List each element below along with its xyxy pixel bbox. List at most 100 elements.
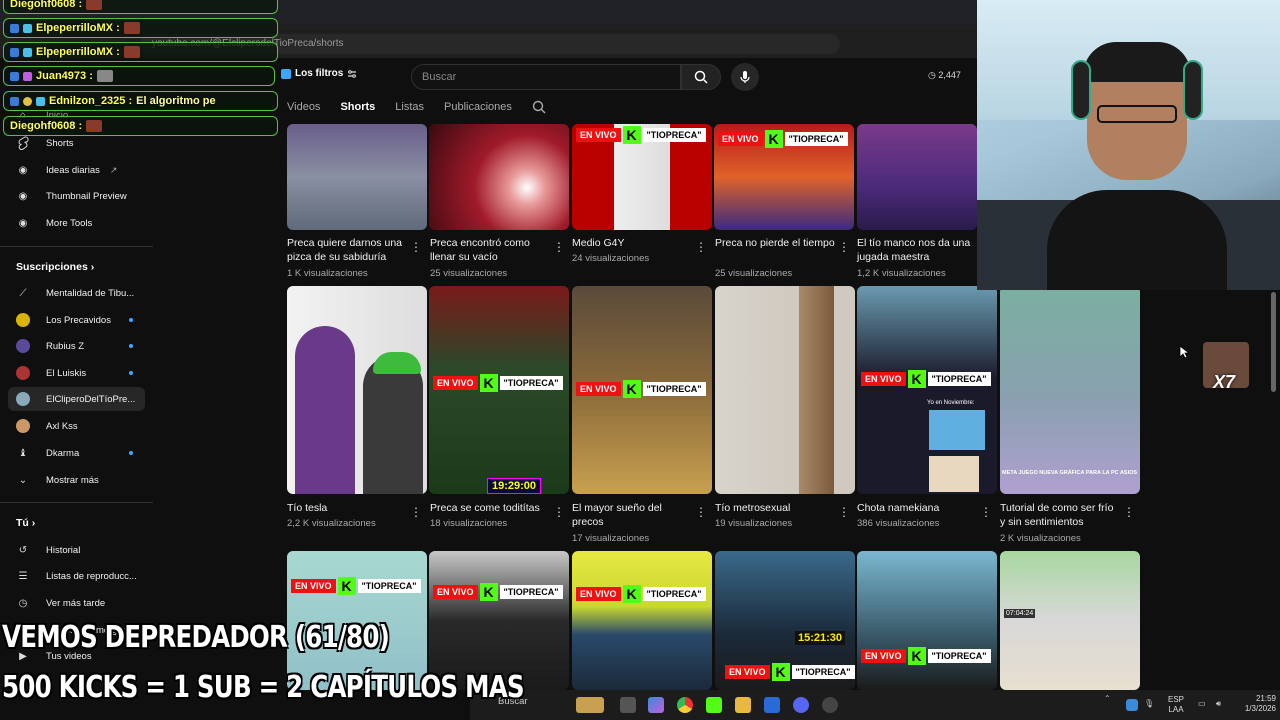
voice-search-button[interactable] — [731, 63, 759, 91]
short-thumbnail[interactable]: EN VIVO K "TIOPRECA" — [714, 124, 854, 230]
short-title[interactable]: Tío tesla — [287, 501, 407, 515]
sidebar-item-shorts[interactable]: Shorts — [16, 133, 73, 153]
more-options-icon[interactable]: ⋮ — [1123, 505, 1135, 519]
sidebar-item-thumbnail-preview[interactable]: ◉ Thumbnail Preview — [16, 186, 127, 206]
short-views: 386 visualizaciones — [857, 518, 940, 529]
page-scrollbar[interactable] — [1271, 292, 1276, 392]
short-title[interactable]: Preca no pierde el tiempo — [715, 236, 835, 250]
kick-banner: EN VIVO K "TIOPRECA" — [433, 374, 565, 392]
external-link-icon: ↗ — [109, 164, 118, 175]
webcam-feed — [977, 0, 1280, 290]
subscriptions-heading[interactable]: Suscripciones › — [16, 261, 94, 273]
tab-videos[interactable]: Videos — [287, 101, 320, 113]
tray-app-icon[interactable] — [1126, 699, 1138, 711]
chevron-up-icon[interactable]: ⌃ — [1104, 694, 1111, 704]
sidebar-sub-elclipero[interactable]: ElCliperoDelTíoPre... — [16, 389, 135, 409]
filters-chip[interactable]: Los filtros — [281, 68, 357, 79]
more-options-icon[interactable]: ⋮ — [695, 505, 707, 519]
more-options-icon[interactable]: ⋮ — [980, 505, 992, 519]
volume-icon[interactable]: 🔊︎ — [1216, 699, 1221, 709]
you-title: Tú — [16, 517, 29, 529]
short-thumbnail[interactable] — [287, 286, 427, 494]
taskbar-widget-icon[interactable] — [576, 697, 604, 713]
chat-emote-icon — [96, 70, 113, 82]
more-options-icon[interactable]: ⋮ — [695, 240, 707, 254]
chat-message: ElpeperrilloMX : — [3, 18, 278, 38]
sidebar-item-historial[interactable]: ↺ Historial — [16, 540, 81, 560]
you-heading[interactable]: Tú › — [16, 517, 35, 529]
short-title[interactable]: Preca encontró como llenar su vacío — [430, 236, 550, 264]
more-options-icon[interactable]: ⋮ — [838, 505, 850, 519]
kick-logo: K — [622, 126, 641, 144]
more-options-icon[interactable]: ⋮ — [553, 505, 565, 519]
short-thumbnail[interactable]: EN VIVO K "TIOPRECA" — [572, 124, 712, 230]
short-title[interactable]: Preca quiere darnos una pizca de su sabi… — [287, 236, 407, 264]
short-title[interactable]: Preca se come toditítas — [430, 501, 550, 515]
sidebar-sub-luiskis[interactable]: El Luiskis — [16, 363, 86, 383]
short-thumbnail[interactable]: EN VIVO K "TIOPRECA" — [857, 551, 997, 690]
more-options-icon[interactable]: ⋮ — [410, 240, 422, 254]
network-icon[interactable]: ▭ — [1198, 699, 1206, 709]
short-title[interactable]: Tutorial de como ser frío y sin sentimie… — [1000, 501, 1120, 529]
sidebar-sub-rubius[interactable]: Rubius Z — [16, 336, 84, 356]
chrome-icon[interactable] — [677, 697, 693, 713]
short-thumbnail[interactable] — [429, 124, 569, 230]
kick-app-icon[interactable] — [706, 697, 722, 713]
gifter-badge-icon — [23, 47, 32, 57]
sidebar-sub-mentalidad[interactable]: ⟋ Mentalidad de Tibu... — [16, 283, 135, 303]
short-title[interactable]: Tío metrosexual — [715, 501, 835, 515]
short-title[interactable]: Chota namekiana — [857, 501, 977, 515]
sidebar-item-more-tools[interactable]: ◉ More Tools — [16, 213, 93, 233]
short-thumbnail[interactable]: EN VIVO K "TIOPRECA" Yo en Noviembre: — [857, 286, 997, 494]
short-title[interactable]: Medio G4Y — [572, 236, 692, 250]
sidebar-item-label: El Luiskis — [46, 367, 87, 379]
short-thumbnail[interactable] — [715, 286, 855, 494]
sidebar-item-watch-later[interactable]: ◷ Ver más tarde — [16, 593, 106, 613]
search-input[interactable]: Buscar — [411, 64, 681, 90]
kick-logo: K — [771, 663, 790, 681]
sidebar-sub-axl-kss[interactable]: Axl Kss — [16, 416, 78, 436]
copilot-icon[interactable] — [648, 697, 664, 713]
short-views: 25 visualizaciones — [430, 268, 508, 279]
more-options-icon[interactable]: ⋮ — [838, 240, 850, 254]
chat-text: El algoritmo pe — [136, 95, 216, 107]
subscriber-badge-icon — [10, 71, 19, 81]
short-thumbnail[interactable]: EN VIVO K "TIOPRECA" 19:29:00 — [429, 286, 569, 494]
more-options-icon[interactable]: ⋮ — [553, 240, 565, 254]
kick-banner: EN VIVO K "TIOPRECA" — [861, 647, 993, 665]
kick-banner: EN VIVO K "TIOPRECA" — [576, 380, 708, 398]
short-thumbnail[interactable] — [857, 124, 977, 230]
filters-label: Los filtros — [295, 68, 344, 79]
short-thumbnail[interactable]: EN VIVO K "TIOPRECA" — [572, 286, 712, 494]
tab-publicaciones[interactable]: Publicaciones — [444, 101, 512, 113]
language-indicator[interactable]: ESP LAA — [1168, 695, 1184, 715]
kick-banner: EN VIVO K "TIOPRECA" — [725, 663, 855, 681]
tab-listas[interactable]: Listas — [395, 101, 424, 113]
clock[interactable]: 21:59 1/3/2026 — [1232, 694, 1276, 714]
short-thumbnail[interactable]: META JUEGO NUEVA GRÁFICA PARA LA PC ASIO… — [1000, 286, 1140, 494]
microphone-tray-icon[interactable]: 🎙︎ — [1144, 699, 1154, 709]
task-view-icon[interactable] — [620, 697, 636, 713]
sidebar-item-playlists[interactable]: ☰ Listas de reproducc... — [16, 566, 137, 586]
settings-icon[interactable] — [822, 697, 838, 713]
store-icon[interactable] — [764, 697, 780, 713]
search-button[interactable] — [681, 64, 721, 90]
sidebar-sub-los-precavidos[interactable]: Los Precavidos — [16, 310, 111, 330]
sidebar-item-ideas-diarias[interactable]: ◉ Ideas diarias ↗ — [16, 160, 118, 180]
tab-shorts[interactable]: Shorts — [340, 101, 375, 113]
short-title[interactable]: El tío manco nos da una jugada maestra — [857, 236, 975, 264]
channel-search-icon[interactable] — [532, 100, 546, 114]
channel-avatar — [16, 419, 30, 433]
more-options-icon[interactable]: ⋮ — [410, 505, 422, 519]
short-title[interactable]: El mayor sueño del precos — [572, 501, 692, 529]
sidebar-sub-dkarma[interactable]: ♝ Dkarma — [16, 443, 80, 463]
short-thumbnail[interactable]: 15:21:30 EN VIVO K "TIOPRECA" — [715, 551, 855, 690]
discord-icon[interactable] — [793, 697, 809, 713]
short-views: 25 visualizaciones — [715, 268, 793, 279]
file-explorer-icon[interactable] — [735, 697, 751, 713]
sidebar-show-more[interactable]: ⌄ Mostrar más — [16, 470, 99, 490]
short-thumbnail[interactable]: EN VIVO K "TIOPRECA" — [572, 551, 712, 690]
short-thumbnail[interactable]: 07:04:24 — [1000, 551, 1140, 690]
short-thumbnail[interactable] — [287, 124, 427, 230]
chat-message: ElpeperrilloMX : — [3, 42, 278, 62]
